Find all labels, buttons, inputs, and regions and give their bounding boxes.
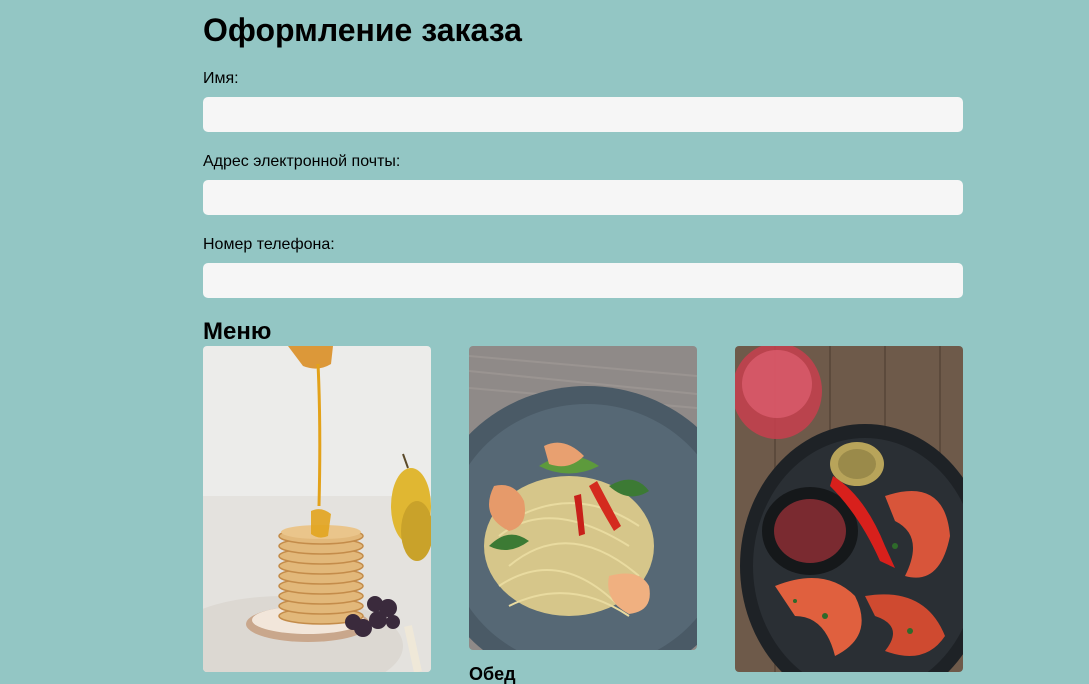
menu-item-shrimp[interactable] <box>735 346 963 672</box>
menu-item-lunch[interactable]: Обед <box>469 346 697 684</box>
menu-item-pancakes[interactable] <box>203 346 431 672</box>
name-input[interactable] <box>203 97 963 132</box>
email-label: Адрес электронной почты: <box>203 153 401 170</box>
menu-title: Меню <box>203 318 272 345</box>
phone-label: Номер телефона: <box>203 236 335 253</box>
name-label: Имя: <box>203 70 239 87</box>
page-title: Оформление заказа <box>203 12 522 48</box>
phone-input[interactable] <box>203 263 963 298</box>
pancakes-photo <box>203 346 431 672</box>
grilled-shrimp-photo <box>735 346 963 672</box>
email-input[interactable] <box>203 180 963 215</box>
shrimp-pasta-photo <box>469 346 697 650</box>
menu-item-caption: Обед <box>469 664 516 684</box>
